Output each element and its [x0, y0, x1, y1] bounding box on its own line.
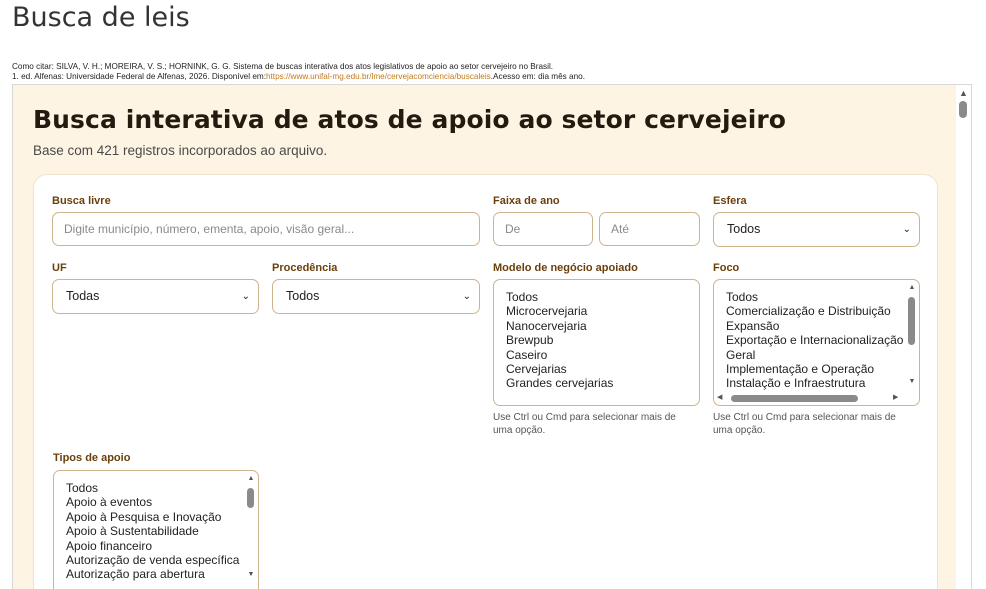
scroll-left-arrow-icon[interactable]: ◀: [717, 393, 722, 403]
tipos-apoio-option[interactable]: Apoio à Pesquisa e Inovação: [66, 510, 239, 524]
tipos-apoio-vscroll-thumb[interactable]: [247, 488, 254, 508]
frame-scroll-thumb[interactable]: [959, 101, 967, 118]
busca-livre-label: Busca livre: [52, 195, 111, 207]
foco-hscrollbar[interactable]: ◀ ▶: [717, 393, 903, 403]
modelo-option[interactable]: Brewpub: [506, 333, 613, 347]
chevron-down-icon: ⌄: [902, 224, 911, 235]
tipos-apoio-option[interactable]: Todos: [66, 481, 239, 495]
citation: Como citar: SILVA, V. H.; MOREIRA, V. S.…: [12, 62, 585, 82]
foco-option[interactable]: Instalação e Infraestrutura: [726, 376, 903, 390]
esfera-label: Esfera: [713, 195, 747, 207]
ano-de-input[interactable]: [493, 212, 593, 246]
tipos-apoio-label: Tipos de apoio: [53, 452, 131, 464]
esfera-value: Todos: [727, 222, 761, 236]
busca-livre-input[interactable]: [52, 212, 480, 246]
foco-hint: Use Ctrl ou Cmd para selecionar mais de …: [713, 412, 896, 436]
filters-card: Busca livre Faixa de ano Esfera Todos ⌄ …: [33, 174, 938, 589]
scroll-up-arrow-icon[interactable]: ▲: [956, 86, 971, 100]
uf-label: UF: [52, 262, 67, 274]
foco-option[interactable]: Implementação e Operação: [726, 362, 903, 376]
modelo-options: Todos Microcervejaria Nanocervejaria Bre…: [506, 290, 613, 391]
modelo-option[interactable]: Caseiro: [506, 348, 613, 362]
modelo-option[interactable]: Grandes cervejarias: [506, 376, 613, 390]
modelo-option[interactable]: Todos: [506, 290, 613, 304]
procedencia-select[interactable]: Todos ⌄: [272, 279, 480, 314]
tipos-apoio-option[interactable]: Autorização para abertura: [66, 567, 239, 581]
page-title: Busca de leis: [12, 2, 190, 33]
frame-scrollbar[interactable]: ▲: [956, 85, 971, 589]
modelo-label: Modelo de negócio apoiado: [493, 262, 638, 274]
procedencia-label: Procedência: [272, 262, 338, 274]
procedencia-value: Todos: [286, 289, 320, 303]
faixa-ano-label: Faixa de ano: [493, 195, 560, 207]
tipos-apoio-option[interactable]: Apoio financeiro: [66, 539, 239, 553]
citation-line-2: 1. ed. Alfenas: Universidade Federal de …: [12, 72, 585, 82]
citation-link[interactable]: https://www.unifal-mg.edu.br/lme/cerveja…: [266, 72, 491, 81]
foco-option[interactable]: Todos: [726, 290, 903, 304]
foco-option[interactable]: Exportação e Internacionalização: [726, 333, 903, 347]
tipos-apoio-listbox[interactable]: Todos Apoio à eventos Apoio à Pesquisa e…: [53, 470, 259, 589]
modelo-option[interactable]: Microcervejaria: [506, 304, 613, 318]
citation-line-1: Como citar: SILVA, V. H.; MOREIRA, V. S.…: [12, 62, 554, 71]
modelo-option[interactable]: Nanocervejaria: [506, 319, 613, 333]
foco-option[interactable]: Geral: [726, 348, 903, 362]
scroll-right-arrow-icon[interactable]: ▶: [893, 393, 898, 403]
modelo-listbox[interactable]: Todos Microcervejaria Nanocervejaria Bre…: [493, 279, 700, 406]
foco-listbox[interactable]: Todos Comercialização e Distribuição Exp…: [713, 279, 920, 406]
ano-ate-input[interactable]: [599, 212, 700, 246]
foco-options: Todos Comercialização e Distribuição Exp…: [726, 290, 903, 391]
foco-option[interactable]: Comercialização e Distribuição: [726, 304, 903, 318]
chevron-down-icon: ⌄: [462, 291, 471, 302]
tipos-apoio-vscrollbar[interactable]: ▲ ▼: [246, 475, 256, 581]
foco-vscrollbar[interactable]: ▲ ▼: [907, 284, 917, 388]
embedded-app-frame: ▲ Busca interativa de atos de apoio ao s…: [12, 84, 972, 589]
modelo-option[interactable]: Cervejarias: [506, 362, 613, 376]
tipos-apoio-option[interactable]: Apoio à Sustentabilidade: [66, 524, 239, 538]
foco-vscroll-thumb[interactable]: [908, 297, 915, 345]
foco-option[interactable]: Expansão: [726, 319, 903, 333]
uf-value: Todas: [66, 289, 100, 303]
tipos-apoio-options: Todos Apoio à eventos Apoio à Pesquisa e…: [66, 481, 239, 582]
app-title: Busca interativa de atos de apoio ao set…: [33, 105, 787, 134]
tipos-apoio-option[interactable]: Autorização de venda específica: [66, 553, 239, 567]
scroll-up-arrow-icon[interactable]: ▲: [907, 284, 917, 291]
app-subtitle: Base com 421 registros incorporados ao a…: [33, 143, 328, 158]
foco-hscroll-thumb[interactable]: [731, 395, 858, 402]
chevron-down-icon: ⌄: [241, 291, 250, 302]
citation-text: 1. ed. Alfenas: Universidade Federal de …: [12, 72, 266, 81]
citation-access: .Acesso em: dia mês ano.: [490, 72, 585, 81]
scroll-down-arrow-icon[interactable]: ▼: [246, 571, 256, 578]
scroll-down-arrow-icon[interactable]: ▼: [907, 378, 917, 385]
modelo-hint: Use Ctrl ou Cmd para selecionar mais de …: [493, 412, 676, 436]
esfera-select[interactable]: Todos ⌄: [713, 212, 920, 247]
scroll-up-arrow-icon[interactable]: ▲: [246, 475, 256, 482]
tipos-apoio-option[interactable]: Apoio à eventos: [66, 495, 239, 509]
foco-label: Foco: [713, 262, 740, 274]
uf-select[interactable]: Todas ⌄: [52, 279, 259, 314]
